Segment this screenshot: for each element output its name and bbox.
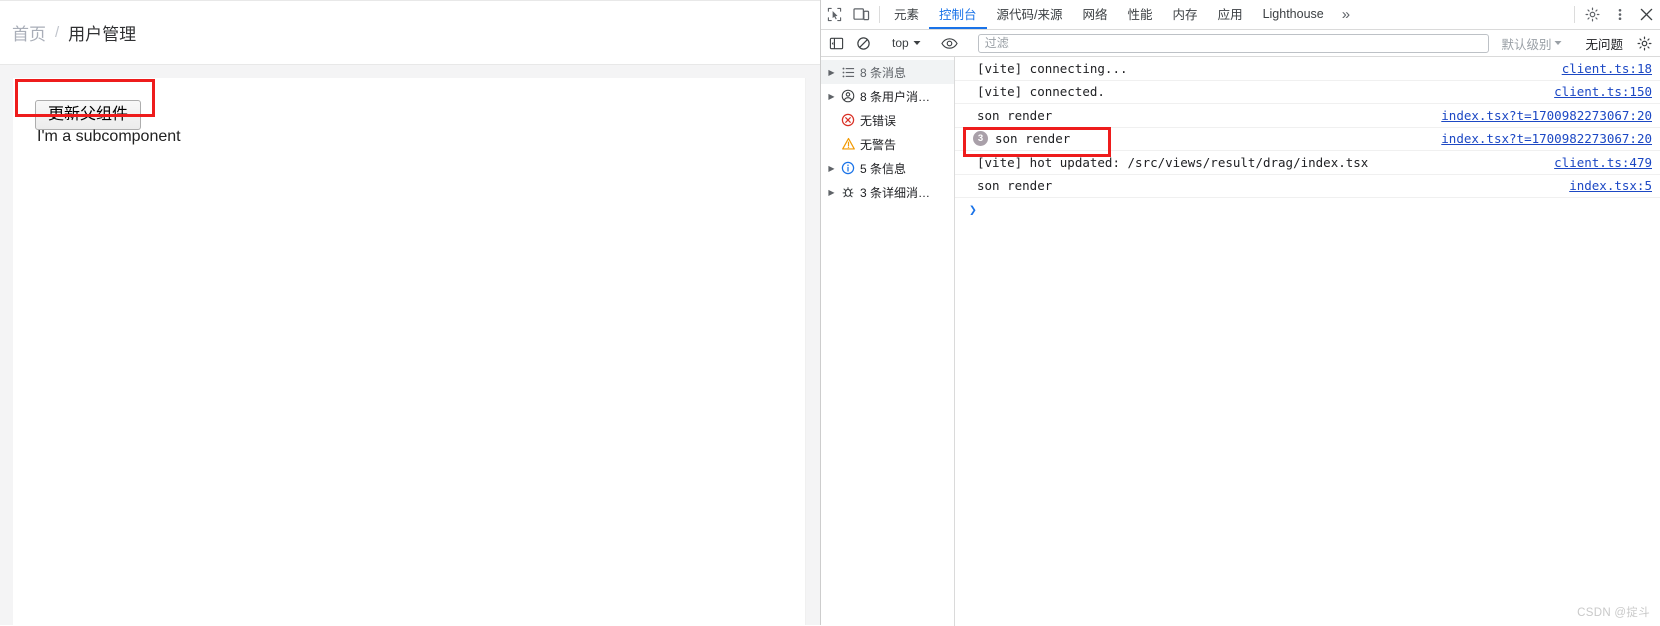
log-source-link[interactable]: index.tsx?t=1700982273067:20	[1423, 131, 1652, 146]
close-icon[interactable]	[1633, 0, 1660, 29]
breadcrumb: 首页 / 用户管理	[0, 1, 820, 65]
breadcrumb-separator: /	[55, 24, 60, 41]
sidebar-item-label: 无警告	[860, 137, 897, 152]
list-icon	[838, 66, 858, 79]
error-icon	[838, 113, 858, 127]
device-toolbar-icon[interactable]	[848, 0, 875, 29]
sidebar-item-label: 8 条消息	[860, 65, 907, 80]
execution-context-value: top	[892, 36, 909, 50]
console-filter-input[interactable]	[977, 33, 1490, 53]
log-message: [vite] connected.	[977, 84, 1105, 100]
console-prompt[interactable]: ❯	[955, 198, 1660, 222]
chevron-down-icon	[913, 41, 921, 45]
breadcrumb-item-home[interactable]: 首页	[12, 20, 46, 45]
expand-arrow-icon[interactable]: ▶	[825, 92, 838, 101]
log-level-value: 默认级别	[1501, 37, 1552, 52]
devtools-menu-icon[interactable]	[1606, 0, 1633, 29]
web-page-pane: 首页 / 用户管理 更新父组件 I'm a subcomponent	[0, 0, 820, 625]
log-source-link[interactable]: index.tsx?t=1700982273067:20	[1423, 108, 1652, 123]
expand-arrow-icon[interactable]: ▶	[825, 188, 838, 197]
tab-elements[interactable]: 元素	[884, 0, 929, 29]
log-message: son render	[995, 131, 1071, 147]
tab-console[interactable]: 控制台	[929, 0, 987, 29]
devtools-panel: 元素 控制台 源代码/来源 网络 性能 内存 应用 Lighthouse » t…	[820, 0, 1660, 626]
sidebar-item-label: 3 条详细消…	[860, 185, 931, 200]
sidebar-item-errors[interactable]: 无错误	[821, 108, 954, 132]
tab-performance[interactable]: 性能	[1118, 0, 1163, 29]
console-log-row[interactable]: [vite] hot updated: /src/views/result/dr…	[955, 151, 1660, 175]
execution-context-select[interactable]: top	[886, 36, 927, 50]
page-content-area: 更新父组件 I'm a subcomponent	[0, 65, 820, 625]
sidebar-item-label: 5 条信息	[860, 161, 907, 176]
sidebar-item-info[interactable]: ▶ 5 条信息	[821, 156, 954, 180]
tab-lighthouse[interactable]: Lighthouse	[1253, 0, 1334, 29]
console-log-row[interactable]: [vite] connecting... client.ts:18	[955, 57, 1660, 81]
console-sidebar: ▶ 8 条消息 ▶ 8 条用户消… 无错误 无警告 ▶ 5 条信息 ▶ 3 条详…	[821, 57, 955, 626]
update-parent-component-button[interactable]: 更新父组件	[35, 100, 142, 131]
expand-arrow-icon[interactable]: ▶	[825, 68, 838, 77]
chevron-down-icon	[1554, 41, 1562, 45]
sidebar-item-messages[interactable]: ▶ 8 条消息	[821, 60, 954, 84]
prompt-chevron-icon: ❯	[969, 202, 977, 218]
tabbar-divider	[879, 6, 880, 23]
console-log-row[interactable]: [vite] connected. client.ts:150	[955, 81, 1660, 104]
user-icon	[838, 89, 858, 103]
log-source-link[interactable]: index.tsx:5	[1551, 178, 1652, 193]
tabbar-right-controls	[1570, 0, 1660, 29]
sidebar-item-warnings[interactable]: 无警告	[821, 132, 954, 156]
tab-sources[interactable]: 源代码/来源	[987, 0, 1073, 29]
log-message: son render	[977, 178, 1053, 194]
log-source-link[interactable]: client.ts:18	[1544, 61, 1652, 76]
devtools-tabbar: 元素 控制台 源代码/来源 网络 性能 内存 应用 Lighthouse »	[821, 0, 1660, 30]
log-message: [vite] connecting...	[977, 60, 1128, 76]
console-main-area: ▶ 8 条消息 ▶ 8 条用户消… 无错误 无警告 ▶ 5 条信息 ▶ 3 条详…	[821, 57, 1660, 626]
tabbar-right-divider	[1574, 6, 1575, 23]
breadcrumb-item-current: 用户管理	[68, 25, 137, 44]
log-repeat-count-badge: 3	[973, 131, 988, 147]
info-icon	[838, 161, 858, 175]
console-log-row[interactable]: son render index.tsx?t=1700982273067:20	[955, 104, 1660, 128]
log-source-link[interactable]: client.ts:150	[1536, 84, 1652, 99]
subcomponent-text: I'm a subcomponent	[37, 128, 181, 146]
toggle-sidebar-icon[interactable]	[823, 36, 850, 51]
settings-gear-icon[interactable]	[1579, 0, 1606, 29]
warning-icon	[838, 137, 858, 151]
live-expression-eye-icon[interactable]	[936, 37, 963, 50]
console-settings-gear-icon[interactable]	[1631, 36, 1658, 51]
sidebar-item-user-messages[interactable]: ▶ 8 条用户消…	[821, 84, 954, 108]
clear-console-icon[interactable]	[850, 36, 877, 51]
tab-memory[interactable]: 内存	[1163, 0, 1208, 29]
more-tabs-icon[interactable]: »	[1334, 0, 1358, 29]
inspect-element-icon[interactable]	[821, 0, 848, 29]
console-toolbar: top 默认级别 无问题	[821, 30, 1660, 57]
log-source-link[interactable]: client.ts:479	[1536, 155, 1652, 170]
expand-arrow-icon[interactable]: ▶	[825, 164, 838, 173]
verbose-icon	[838, 185, 858, 199]
console-log-row[interactable]: 3 son render index.tsx?t=1700982273067:2…	[955, 128, 1660, 151]
log-level-select[interactable]: 默认级别	[1495, 34, 1568, 53]
sidebar-item-label: 8 条用户消…	[860, 89, 931, 104]
issues-status-button[interactable]: 无问题	[1577, 34, 1631, 53]
console-log-list[interactable]: [vite] connecting... client.ts:18 [vite]…	[955, 57, 1660, 626]
log-message: son render	[977, 107, 1053, 123]
sidebar-item-verbose[interactable]: ▶ 3 条详细消…	[821, 180, 954, 204]
tab-application[interactable]: 应用	[1208, 0, 1253, 29]
content-card: 更新父组件 I'm a subcomponent	[13, 78, 806, 625]
console-log-row[interactable]: son render index.tsx:5	[955, 175, 1660, 198]
watermark: CSDN @掟斗	[1577, 607, 1650, 619]
log-message: [vite] hot updated: /src/views/result/dr…	[977, 154, 1369, 170]
tab-network[interactable]: 网络	[1073, 0, 1118, 29]
sidebar-item-label: 无错误	[860, 113, 897, 128]
